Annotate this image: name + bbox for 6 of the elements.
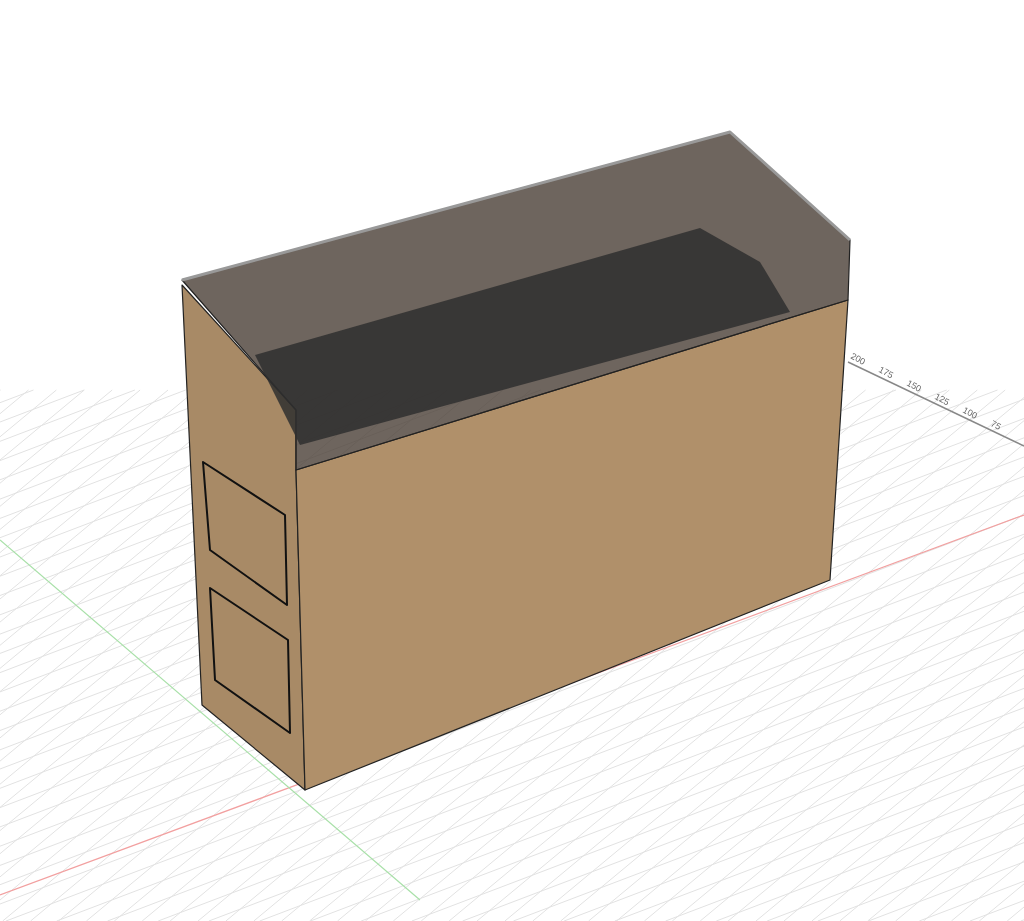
ruler-label: 200 <box>849 350 868 367</box>
ruler-label: 150 <box>905 377 924 394</box>
ruler-label: 100 <box>961 404 980 421</box>
ruler-label: 175 <box>877 364 896 381</box>
ruler-label: 125 <box>933 391 952 408</box>
ruler-label: 75 <box>989 418 1003 432</box>
